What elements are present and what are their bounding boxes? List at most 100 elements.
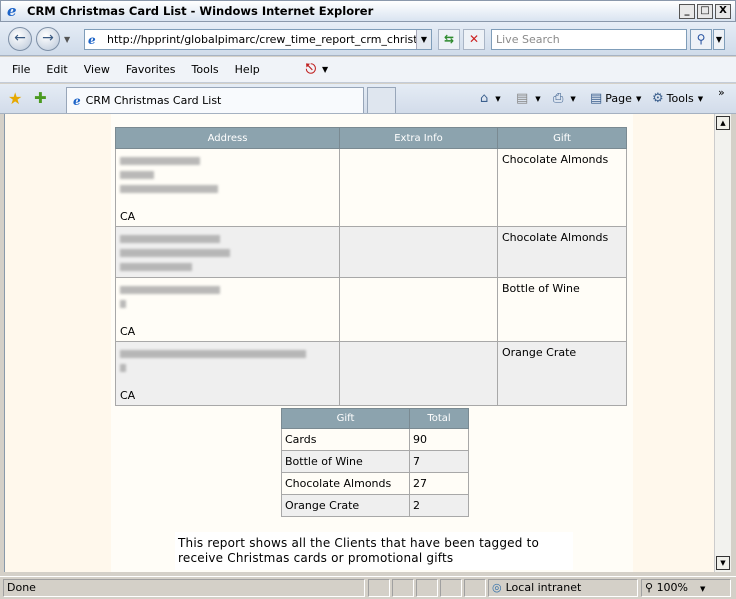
security-zone[interactable]: ◎ Local intranet xyxy=(488,579,638,597)
gift-cell: Orange Crate xyxy=(497,341,627,406)
zoom-icon: ⚲ xyxy=(645,581,657,594)
status-panel xyxy=(440,579,462,597)
scroll-down-button[interactable]: ▼ xyxy=(716,556,730,570)
recent-pages-dropdown[interactable]: ▼ xyxy=(64,35,70,44)
printer-icon: ⎙ xyxy=(553,91,564,106)
table-row: Orange Crate 2 xyxy=(281,494,469,517)
window-title: CRM Christmas Card List - Windows Intern… xyxy=(27,4,374,18)
tools-menu-button[interactable]: ⚙ Tools ▼ xyxy=(652,91,703,106)
summary-gift-cell: Chocolate Almonds xyxy=(281,472,410,495)
menu-file[interactable]: File xyxy=(6,63,36,76)
table-row: Bottle of Wine 7 xyxy=(281,450,469,473)
add-favorite-icon[interactable]: ✚ xyxy=(34,89,47,107)
search-icon[interactable]: ⚲ xyxy=(690,29,712,50)
menu-edit[interactable]: Edit xyxy=(40,63,73,76)
extra-info-cell xyxy=(339,226,498,278)
redacted-text xyxy=(120,157,200,165)
close-button[interactable]: X xyxy=(715,4,731,19)
scroll-up-button[interactable]: ▲ xyxy=(716,116,730,130)
zoom-label: 100% xyxy=(656,581,689,594)
pdf-addon-dropdown[interactable]: ▼ xyxy=(322,65,328,74)
search-options-dropdown[interactable]: ▼ xyxy=(713,29,725,50)
column-header-gift: Gift xyxy=(281,408,410,429)
page-menu-label: Page xyxy=(605,92,632,105)
tools-menu-dropdown[interactable]: ▼ xyxy=(698,95,703,103)
back-button[interactable]: ← xyxy=(8,27,32,51)
address-cell: CA xyxy=(115,148,340,227)
extra-info-cell xyxy=(339,277,498,342)
tab-bar: ★ ✚ e CRM Christmas Card List ⌂ ▼ ▤ ▼ ⎙ ▼ ▤… xyxy=(0,84,736,114)
summary-total-cell: 27 xyxy=(409,472,469,495)
ie-logo-icon: e xyxy=(7,2,17,20)
redacted-text xyxy=(120,235,220,243)
pdf-addon-icon[interactable]: ⎋ xyxy=(306,62,316,77)
column-header-total: Total xyxy=(409,408,469,429)
summary-total-cell: 2 xyxy=(409,494,469,517)
redacted-text xyxy=(120,263,192,271)
tab-label: CRM Christmas Card List xyxy=(85,94,222,107)
gift-cell: Chocolate Almonds xyxy=(497,226,627,278)
gift-cell: Chocolate Almonds xyxy=(497,148,627,227)
window-titlebar: e CRM Christmas Card List - Windows Inte… xyxy=(0,0,736,22)
summary-gift-cell: Bottle of Wine xyxy=(281,450,410,473)
zone-label: Local intranet xyxy=(505,581,582,594)
menu-help[interactable]: Help xyxy=(229,63,266,76)
table-row: Chocolate Almonds 27 xyxy=(281,472,469,495)
chevron-more-icon[interactable]: » xyxy=(718,86,725,99)
redacted-text xyxy=(120,185,218,193)
report-description: This report shows all the Clients that h… xyxy=(175,532,573,570)
zoom-control[interactable]: ⚲ 100% ▼ xyxy=(641,579,731,597)
column-header-address: Address xyxy=(115,127,340,149)
page-menu-dropdown[interactable]: ▼ xyxy=(636,95,641,103)
table-row: CA Bottle of Wine xyxy=(115,277,627,342)
print-dropdown[interactable]: ▼ xyxy=(570,95,575,103)
minimize-button[interactable]: _ xyxy=(679,4,695,19)
extra-info-cell xyxy=(339,148,498,227)
maximize-button[interactable]: □ xyxy=(697,4,713,19)
home-dropdown[interactable]: ▼ xyxy=(495,95,500,103)
feeds-button[interactable]: ▤ ▼ xyxy=(516,91,541,106)
status-panel xyxy=(416,579,438,597)
status-text: Done xyxy=(3,579,365,597)
redacted-text xyxy=(120,249,230,257)
page-menu-button[interactable]: ▤ Page ▼ xyxy=(590,91,641,106)
zoom-dropdown[interactable]: ▼ xyxy=(700,585,705,593)
stop-button[interactable]: ✕ xyxy=(463,29,485,50)
redacted-text xyxy=(120,300,126,308)
address-dropdown[interactable]: ▼ xyxy=(416,30,431,49)
forward-button[interactable]: → xyxy=(36,27,60,51)
feeds-dropdown[interactable]: ▼ xyxy=(535,95,540,103)
menu-tools[interactable]: Tools xyxy=(186,63,225,76)
menu-bar: File Edit View Favorites Tools Help ⎋ ▼ xyxy=(0,57,736,83)
redacted-text xyxy=(120,171,154,179)
tab-active[interactable]: e CRM Christmas Card List xyxy=(66,87,364,113)
state-text: CA xyxy=(120,389,136,402)
refresh-button[interactable]: ⇆ xyxy=(438,29,460,50)
extra-info-cell xyxy=(339,341,498,406)
tools-menu-label: Tools xyxy=(666,92,694,105)
vertical-scrollbar[interactable]: ▲ ▼ xyxy=(714,114,731,572)
status-bar: Done ◎ Local intranet ⚲ 100% ▼ xyxy=(0,576,736,599)
report-page: Address Extra Info Gift CA Chocolate Alm… xyxy=(111,114,633,572)
summary-gift-cell: Orange Crate xyxy=(281,494,410,517)
home-button[interactable]: ⌂ ▼ xyxy=(480,91,501,106)
summary-total-cell: 90 xyxy=(409,428,469,451)
window-controls: _ □ X xyxy=(679,4,731,19)
menu-favorites[interactable]: Favorites xyxy=(120,63,182,76)
gift-summary-table: Gift Total Cards 90 Bottle of Wine 7 Cho… xyxy=(281,408,469,517)
redacted-text xyxy=(120,350,306,358)
address-cell xyxy=(115,226,340,278)
table-row: CA Orange Crate xyxy=(115,341,627,406)
favorites-star-icon[interactable]: ★ xyxy=(8,89,22,108)
address-field[interactable]: e http://hpprint/globalpimarc/crew_time_… xyxy=(84,29,432,50)
client-gift-table: Address Extra Info Gift CA Chocolate Alm… xyxy=(115,127,627,406)
state-text: CA xyxy=(120,325,136,338)
url-text[interactable]: http://hpprint/globalpimarc/crew_time_re… xyxy=(107,33,417,46)
status-panel xyxy=(368,579,390,597)
home-icon: ⌂ xyxy=(480,91,489,106)
print-button[interactable]: ⎙ ▼ xyxy=(553,91,576,106)
search-input[interactable]: Live Search xyxy=(491,29,687,50)
menu-view[interactable]: View xyxy=(78,63,116,76)
status-panel xyxy=(464,579,486,597)
new-tab-button[interactable] xyxy=(367,87,396,113)
